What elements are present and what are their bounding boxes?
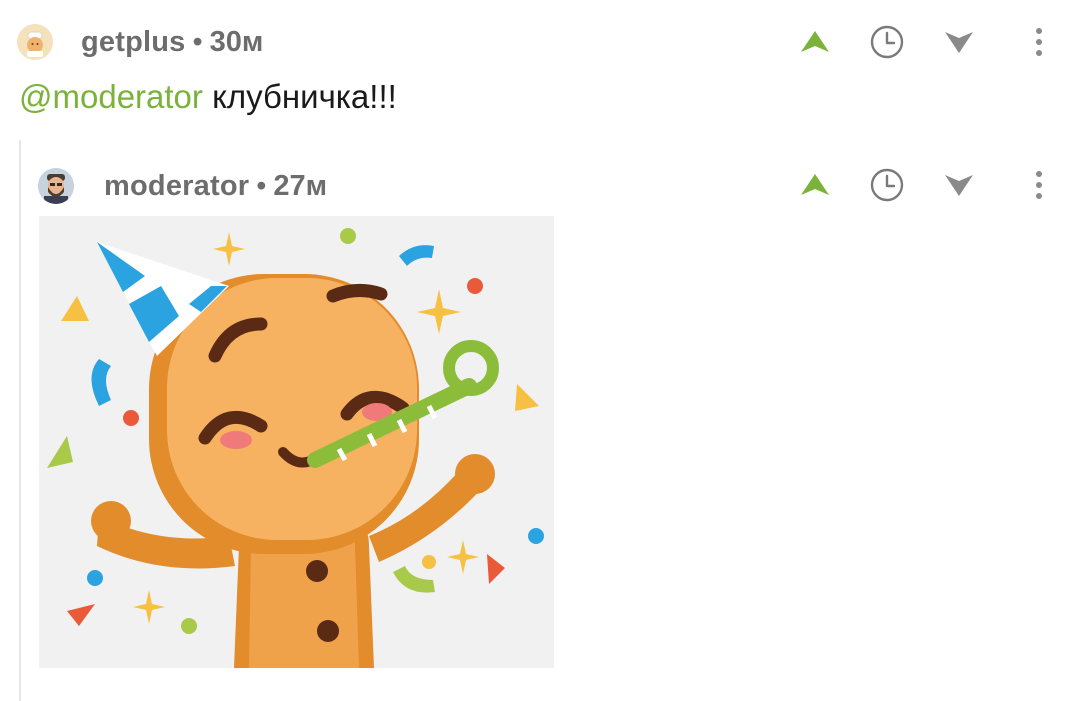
comment-body-text: клубничка!!! xyxy=(202,78,397,115)
gingerbread-party-sticker[interactable] xyxy=(39,216,554,668)
clock-icon xyxy=(870,168,904,202)
more-vertical-icon xyxy=(1036,28,1042,56)
comment-body: @moderator клубничка!!! xyxy=(19,78,397,116)
reply-meta-separator: • xyxy=(256,169,267,202)
comment-time[interactable]: 30м xyxy=(210,26,264,59)
bearded-man-avatar-icon xyxy=(38,168,74,204)
reply-time[interactable]: 27м xyxy=(273,170,327,203)
user-mention[interactable]: @moderator xyxy=(19,78,203,115)
comment-header: getplus • 30м xyxy=(17,24,263,60)
reply-history-button[interactable] xyxy=(867,165,907,205)
reply-downvote-button[interactable] xyxy=(939,165,979,205)
user-avatar[interactable] xyxy=(17,24,53,60)
reply-author[interactable]: moderator xyxy=(104,170,249,203)
arrow-down-icon xyxy=(945,175,973,196)
reply-avatar[interactable] xyxy=(38,168,74,204)
downvote-button[interactable] xyxy=(939,22,979,62)
reply-upvote-button[interactable] xyxy=(795,165,835,205)
arrow-up-icon xyxy=(801,174,829,195)
clock-icon xyxy=(870,25,904,59)
reply-thread-line[interactable] xyxy=(19,140,21,701)
comment-author[interactable]: getplus xyxy=(81,26,186,59)
comment-actions xyxy=(795,22,1059,62)
upvote-button[interactable] xyxy=(795,22,835,62)
chef-avatar-icon xyxy=(17,24,53,60)
reply-header: moderator • 27м xyxy=(38,168,327,204)
arrow-down-icon xyxy=(945,32,973,53)
reply-actions xyxy=(795,165,1059,205)
arrow-up-icon xyxy=(801,31,829,52)
more-vertical-icon xyxy=(1036,171,1042,199)
comment-menu-button[interactable] xyxy=(1019,22,1059,62)
history-button[interactable] xyxy=(867,22,907,62)
gingerbread-sticker-art xyxy=(47,228,544,668)
meta-separator: • xyxy=(192,25,203,58)
reply-menu-button[interactable] xyxy=(1019,165,1059,205)
